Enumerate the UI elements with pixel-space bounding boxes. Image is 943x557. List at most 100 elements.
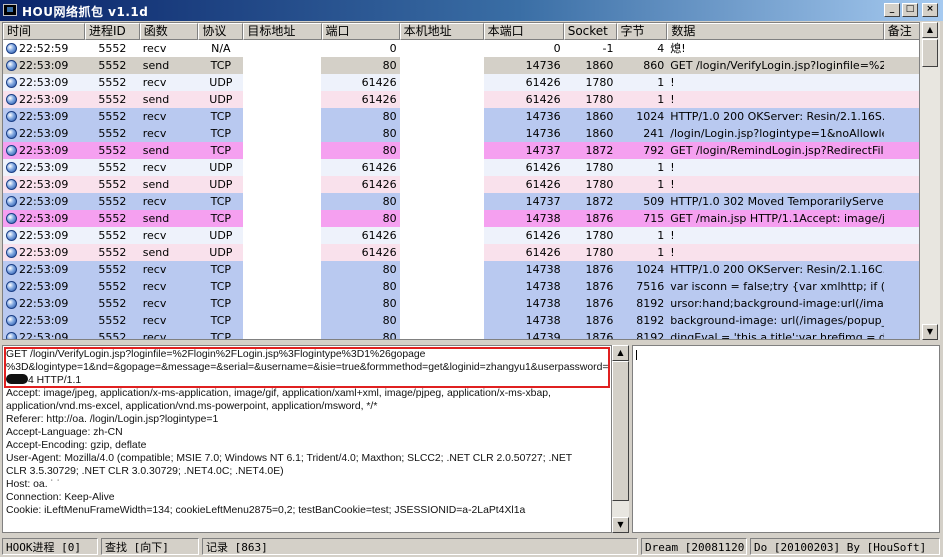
cell-pid: 5552 bbox=[98, 229, 127, 242]
cell-lport: 14737 bbox=[525, 195, 561, 208]
table-row[interactable]: 22:53:09 5552 recv TCP 80 14738 1876 8192 backgr… bbox=[3, 312, 919, 329]
cell-proto: TCP bbox=[210, 263, 232, 276]
request-detail-pane[interactable]: GET /login/VerifyLogin.jsp?loginfile=%2F… bbox=[2, 345, 612, 533]
request-pane-scrollbar[interactable]: ▲ ▼ bbox=[612, 345, 629, 533]
request-header-line: Connection: Keep-Alive bbox=[6, 492, 115, 503]
column-header-func[interactable]: 函数 bbox=[139, 23, 199, 40]
minimize-button[interactable]: _ bbox=[884, 3, 900, 17]
cell-dst bbox=[243, 142, 322, 159]
cell-pid: 5552 bbox=[98, 42, 127, 55]
table-row[interactable]: 22:53:09 5552 send TCP 80 14738 1876 715 GET /ma… bbox=[3, 210, 919, 227]
cell-bytes: 241 bbox=[643, 127, 665, 140]
column-header-dst[interactable]: 目标地址 bbox=[243, 23, 322, 40]
cell-func: recv bbox=[142, 331, 167, 340]
cell-proto: TCP bbox=[210, 314, 232, 327]
cell-func: send bbox=[142, 246, 170, 259]
cell-proto: UDP bbox=[209, 229, 233, 242]
status-find-direction[interactable]: 查找 [向下] bbox=[101, 538, 199, 555]
cell-time-text: 22:53:09 bbox=[19, 280, 69, 293]
response-detail-pane[interactable] bbox=[632, 345, 940, 533]
cell-bytes: 1024 bbox=[636, 263, 665, 276]
cell-time: 22:53:09 bbox=[3, 57, 85, 74]
table-row[interactable]: 22:53:09 5552 recv TCP 80 14739 1876 8192 dingEv… bbox=[3, 329, 919, 340]
column-header-time[interactable]: 时间 bbox=[3, 23, 86, 40]
cell-time: 22:53:09 bbox=[3, 142, 85, 159]
cell-time-text: 22:53:09 bbox=[19, 246, 69, 259]
cell-proto: TCP bbox=[210, 59, 232, 72]
column-header-bytes[interactable]: 字节 bbox=[616, 23, 668, 40]
cell-data: /login/Login.jsp?logintype=1&noAllowle=y… bbox=[670, 127, 884, 140]
cell-lport: 14737 bbox=[525, 144, 561, 157]
request-line-3-text: 4 HTTP/1.1 bbox=[28, 375, 82, 386]
packet-icon bbox=[6, 315, 17, 326]
scroll-down-button[interactable]: ▼ bbox=[922, 324, 938, 340]
cell-local bbox=[399, 210, 484, 227]
table-row[interactable]: 22:53:09 5552 send UDP 61426 61426 1780 1! bbox=[3, 244, 919, 261]
column-header-pid[interactable]: 进程ID bbox=[85, 23, 140, 40]
cell-socket: 1780 bbox=[585, 246, 614, 259]
cell-note bbox=[884, 108, 919, 125]
cell-lport: 14738 bbox=[525, 314, 561, 327]
cell-time-text: 22:53:09 bbox=[19, 144, 69, 157]
cell-data: ! bbox=[670, 93, 675, 106]
cell-dst bbox=[243, 40, 322, 57]
table-row[interactable]: 22:53:09 5552 recv TCP 80 14736 1860 241/login/… bbox=[3, 125, 919, 142]
table-row[interactable]: 22:53:09 5552 recv TCP 80 14738 1876 8192 ursor:… bbox=[3, 295, 919, 312]
table-row[interactable]: 22:53:09 5552 recv UDP 61426 61426 1780 1! bbox=[3, 227, 919, 244]
cell-time: 22:53:09 bbox=[3, 278, 85, 295]
packet-icon bbox=[6, 332, 17, 339]
cell-socket: 1860 bbox=[585, 59, 614, 72]
table-row[interactable]: 22:53:09 5552 send UDP 61426 61426 1780 1! bbox=[3, 91, 919, 108]
cell-proto: TCP bbox=[210, 144, 232, 157]
table-row[interactable]: 22:53:09 5552 recv TCP 80 14737 1872 509 HTTP/1.… bbox=[3, 193, 919, 210]
cell-time: 22:53:09 bbox=[3, 176, 85, 193]
cell-port: 80 bbox=[382, 297, 397, 310]
cell-func: send bbox=[142, 144, 170, 157]
column-header-lport[interactable]: 本端口 bbox=[483, 23, 564, 40]
cell-func: send bbox=[142, 212, 170, 225]
packet-list-scrollbar[interactable]: ▲ ▼ bbox=[920, 22, 940, 340]
request-header-line: Accept-Language: zh-CN bbox=[6, 427, 123, 438]
request-scroll-up-button[interactable]: ▲ bbox=[612, 345, 629, 361]
table-row[interactable]: 22:52:59 5552 recv N/A 0 0 -1 4 熄! bbox=[3, 40, 919, 57]
table-row[interactable]: 22:53:09 5552 recv TCP 80 14738 1876 1024 HTTP/1… bbox=[3, 261, 919, 278]
column-header-data[interactable]: 数据 bbox=[667, 23, 884, 40]
cell-local bbox=[399, 244, 484, 261]
table-row[interactable]: 22:53:09 5552 recv UDP 61426 61426 1780 1! bbox=[3, 159, 919, 176]
packet-list[interactable]: 时间 进程ID 函数 协议 目标地址 端口 本机地址 本端口 Socket 字节 数据 备注 22:5… bbox=[2, 22, 920, 340]
packet-icon bbox=[6, 60, 17, 71]
table-row[interactable]: 22:53:09 5552 recv TCP 80 14738 1876 7516 var is… bbox=[3, 278, 919, 295]
cell-data: HTTP/1.0 200 OKServer: Resin/2.1.16C... bbox=[670, 263, 884, 276]
column-header-local[interactable]: 本机地址 bbox=[399, 23, 484, 40]
table-row[interactable]: 22:53:09 5552 send TCP 80 14737 1872 792 GET /lo… bbox=[3, 142, 919, 159]
cell-note bbox=[884, 329, 919, 339]
scroll-up-button[interactable]: ▲ bbox=[922, 22, 938, 38]
column-header-note[interactable]: 备注 bbox=[883, 23, 919, 40]
text-caret bbox=[636, 350, 637, 360]
cell-time: 22:53:09 bbox=[3, 125, 85, 142]
request-line-2: %3D&logintype=1&nd=&gopage=&message=&ser… bbox=[6, 362, 610, 373]
column-header-proto[interactable]: 协议 bbox=[198, 23, 244, 40]
cell-bytes: 1 bbox=[657, 93, 665, 106]
table-row[interactable]: 22:53:09 5552 recv TCP 80 14736 1860 1024 HTTP/1… bbox=[3, 108, 919, 125]
table-row[interactable]: 22:53:09 5552 recv UDP 61426 61426 1780 1! bbox=[3, 74, 919, 91]
cell-note bbox=[884, 176, 919, 193]
cell-proto: TCP bbox=[210, 127, 232, 140]
column-header-socket[interactable]: Socket bbox=[563, 23, 617, 40]
scroll-thumb[interactable] bbox=[922, 39, 938, 67]
close-button[interactable]: × bbox=[922, 3, 938, 17]
cell-port: 80 bbox=[382, 110, 397, 123]
request-line-3: 4 HTTP/1.1 bbox=[6, 374, 610, 387]
request-scroll-down-button[interactable]: ▼ bbox=[612, 517, 629, 533]
cell-port: 0 bbox=[389, 42, 397, 55]
cell-pid: 5552 bbox=[98, 297, 127, 310]
cell-time-text: 22:53:09 bbox=[19, 195, 69, 208]
cell-bytes: 1 bbox=[657, 76, 665, 89]
packet-icon bbox=[6, 162, 17, 173]
table-row[interactable]: 22:53:09 5552 send TCP 80 14736 1860 860 GET /lo… bbox=[3, 57, 919, 74]
column-header-port[interactable]: 端口 bbox=[321, 23, 400, 40]
request-scroll-thumb[interactable] bbox=[612, 361, 629, 501]
table-row[interactable]: 22:53:09 5552 send UDP 61426 61426 1780 1! bbox=[3, 176, 919, 193]
cell-note bbox=[884, 125, 919, 142]
maximize-button[interactable]: □ bbox=[902, 3, 918, 17]
